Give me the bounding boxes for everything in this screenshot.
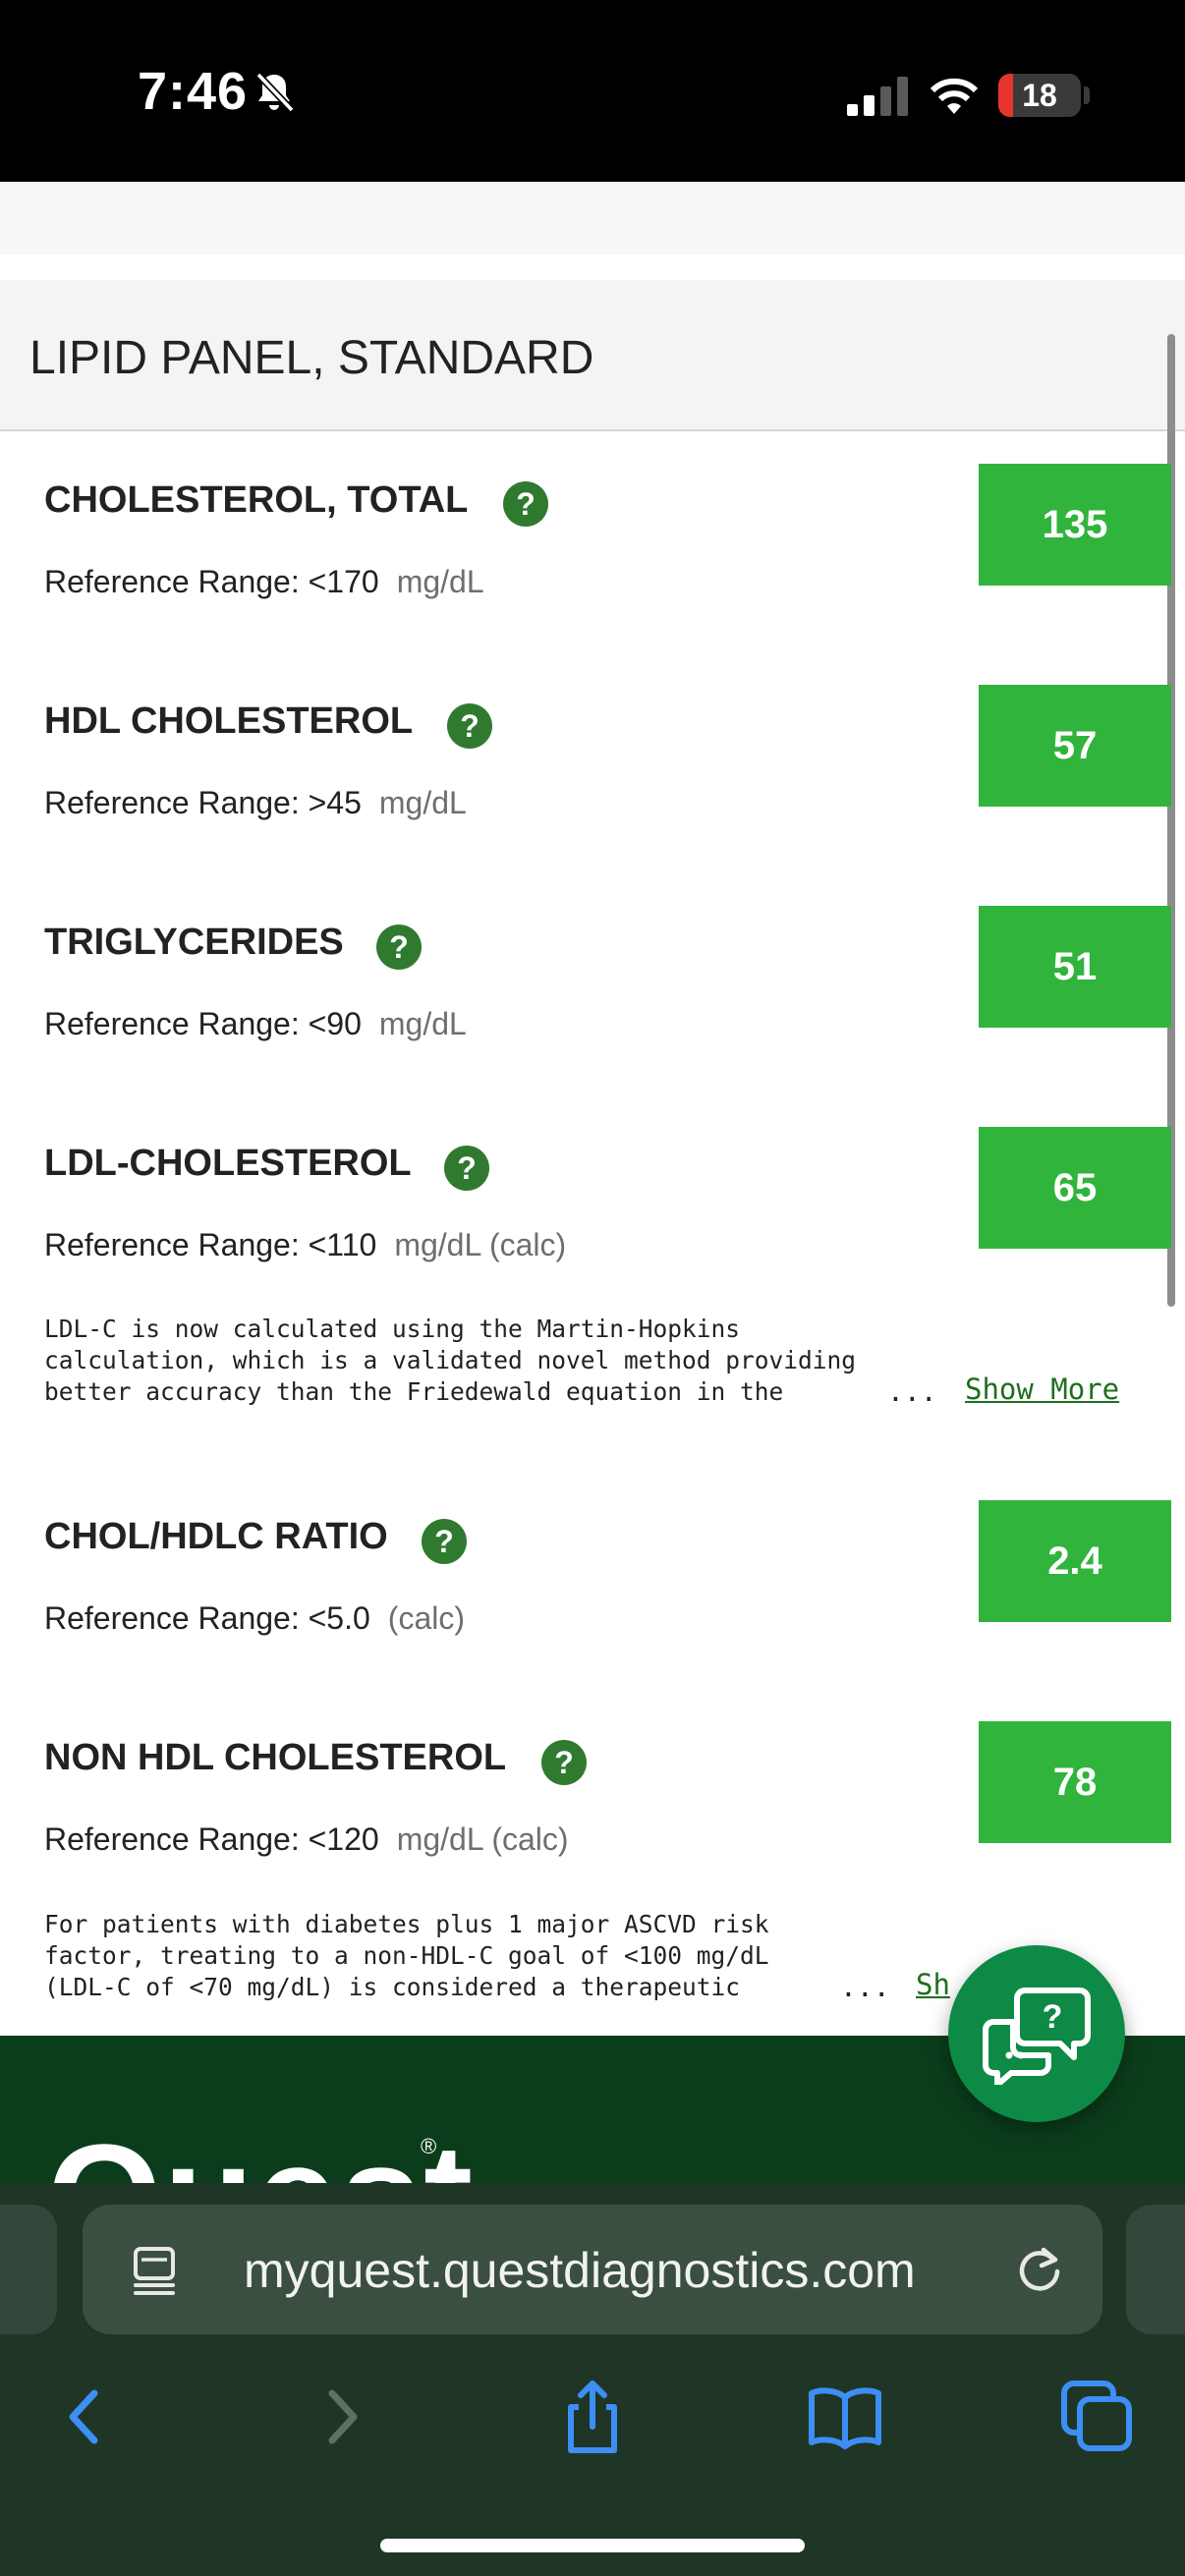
help-icon[interactable]: ? [447,703,492,749]
reference-range: Reference Range: <110 [44,1227,377,1262]
ellipsis: ... [840,1971,890,2003]
reference-range-row: Reference Range: <170 mg/dL [44,564,484,600]
help-icon[interactable]: ? [444,1146,489,1191]
reference-range: Reference Range: <120 [44,1821,379,1857]
result-value-triglycerides: 51 [979,906,1171,1028]
reference-range-row: Reference Range: <120 mg/dL (calc) [44,1821,569,1858]
result-note-ldl: LDL-C is now calculated using the Martin… [44,1315,857,1406]
svg-text:?: ? [1043,1998,1063,2036]
forward-icon[interactable] [303,2378,381,2456]
result-note-non-hdl: For patients with diabetes plus 1 major … [44,1910,769,2001]
test-name-ldl-cholesterol: LDL-CHOLESTEROL [44,1143,412,1184]
registered-mark: ® [421,2134,437,2158]
page-title: LIPID PANEL, STANDARD [29,332,594,384]
unit: mg/dL [378,1006,467,1041]
page-menu-icon[interactable] [132,2246,177,2295]
test-name-hdl-cholesterol: HDL CHOLESTEROL [44,700,414,742]
share-icon[interactable] [553,2378,632,2456]
result-value-ldl-cholesterol: 65 [979,1127,1171,1249]
next-tab-peek[interactable] [1126,2205,1185,2334]
reference-range: Reference Range: <5.0 [44,1600,370,1636]
unit: mg/dL [396,564,484,599]
help-icon[interactable]: ? [376,924,422,970]
result-value-cholesterol-total: 135 [979,464,1171,586]
wifi-icon [930,78,979,114]
reference-range-row: Reference Range: >45 mg/dL [44,785,467,821]
reload-icon[interactable] [1014,2244,1065,2295]
reference-range-row: Reference Range: <90 mg/dL [44,1006,467,1042]
status-time: 7:46 [138,62,249,121]
unit: mg/dL (calc) [394,1227,567,1262]
unit: mg/dL (calc) [396,1821,569,1857]
help-icon[interactable]: ? [541,1740,587,1785]
status-bar: 7:46 18 [0,0,1185,182]
battery-percent: 18 [1022,78,1057,113]
result-value-chol-hdlc-ratio: 2.4 [979,1500,1171,1622]
home-indicator[interactable] [380,2539,805,2552]
previous-tab-peek[interactable] [0,2205,57,2334]
bookmarks-icon[interactable] [806,2378,884,2456]
help-icon[interactable]: ? [422,1519,467,1564]
address-bar[interactable]: myquest.questdiagnostics.com [83,2205,1102,2334]
test-name-triglycerides: TRIGLYCERIDES [44,922,344,963]
help-icon[interactable]: ? [503,481,548,527]
back-icon[interactable] [45,2378,124,2456]
test-name-non-hdl-cholesterol: NON HDL CHOLESTEROL [44,1737,507,1778]
reference-range: Reference Range: <90 [44,1006,362,1041]
reference-range-row: Reference Range: <5.0 (calc) [44,1600,465,1637]
reference-range: Reference Range: <170 [44,564,379,599]
test-name-cholesterol-total: CHOLESTEROL, TOTAL [44,479,469,521]
result-value-hdl-cholesterol: 57 [979,685,1171,807]
quest-logo[interactable]: Quest [47,2122,475,2183]
chat-help-button[interactable]: ? [948,1945,1125,2122]
battery-icon: 18 [998,74,1081,117]
result-value-non-hdl-cholesterol: 78 [979,1721,1171,1843]
url-text[interactable]: myquest.questdiagnostics.com [244,2242,916,2299]
test-name-chol-hdlc-ratio: CHOL/HDLC RATIO [44,1516,388,1557]
cellular-signal-icon [847,77,908,116]
top-strip [0,182,1185,254]
unit: mg/dL [378,785,467,820]
ellipsis: ... [887,1375,937,1408]
show-more-link[interactable]: Show More [965,1372,1119,1406]
unit: (calc) [387,1600,465,1636]
show-more-link[interactable]: Sh [916,1968,950,2001]
panel-header: LIPID PANEL, STANDARD [0,280,1185,431]
reference-range: Reference Range: >45 [44,785,362,820]
reference-range-row: Reference Range: <110 mg/dL (calc) [44,1227,566,1263]
tabs-icon[interactable] [1058,2378,1137,2456]
battery-nub [1084,86,1090,104]
chat-question-icon: ? [983,1988,1091,2085]
bell-slash-icon [255,72,295,113]
